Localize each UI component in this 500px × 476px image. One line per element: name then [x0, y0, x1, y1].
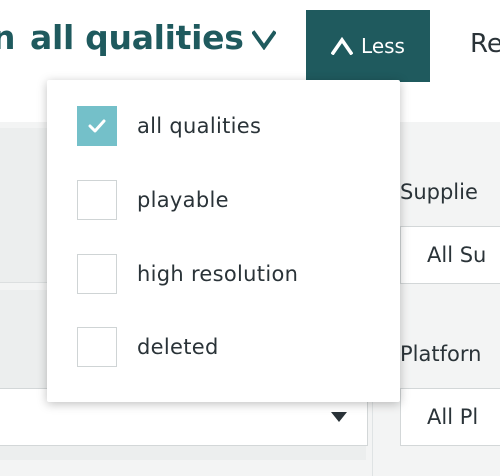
quality-option-high-resolution[interactable]: high resolution: [77, 252, 298, 296]
header-text-fragment: n: [0, 18, 16, 57]
platform-select-value: All Pl: [427, 405, 479, 429]
option-label: deleted: [137, 335, 219, 359]
option-label: playable: [137, 188, 229, 212]
less-button-label: Less: [361, 34, 405, 58]
quality-option-all[interactable]: all qualities: [77, 104, 261, 148]
checkbox[interactable]: [77, 327, 117, 367]
less-button[interactable]: Less: [306, 10, 430, 82]
chevron-down-icon: [331, 412, 347, 422]
option-label: high resolution: [137, 262, 299, 286]
quality-popover: all qualities playable high resolution d…: [47, 80, 400, 402]
quality-option-playable[interactable]: playable: [77, 178, 229, 222]
supplier-select-value: All Su: [427, 243, 487, 267]
filter-header: n all qualities Less Re: [0, 0, 500, 88]
chevron-down-icon: [251, 30, 276, 50]
platform-select[interactable]: All Pl: [400, 388, 500, 446]
quality-option-deleted[interactable]: deleted: [77, 325, 219, 369]
checkbox[interactable]: [77, 254, 117, 294]
header-right-link[interactable]: Re: [470, 24, 500, 64]
option-label: all qualities: [137, 114, 262, 138]
checkbox[interactable]: [77, 180, 117, 220]
supplier-select[interactable]: All Su: [400, 226, 500, 284]
quality-dropdown-label: all qualities: [30, 18, 244, 57]
checkmark-icon: [88, 119, 106, 133]
chevron-up-icon: [331, 37, 354, 55]
checkbox[interactable]: [77, 106, 117, 146]
quality-dropdown-toggle[interactable]: all qualities: [30, 16, 276, 60]
supplier-label: Supplie: [400, 180, 478, 204]
platform-label: Platforn: [400, 342, 482, 366]
